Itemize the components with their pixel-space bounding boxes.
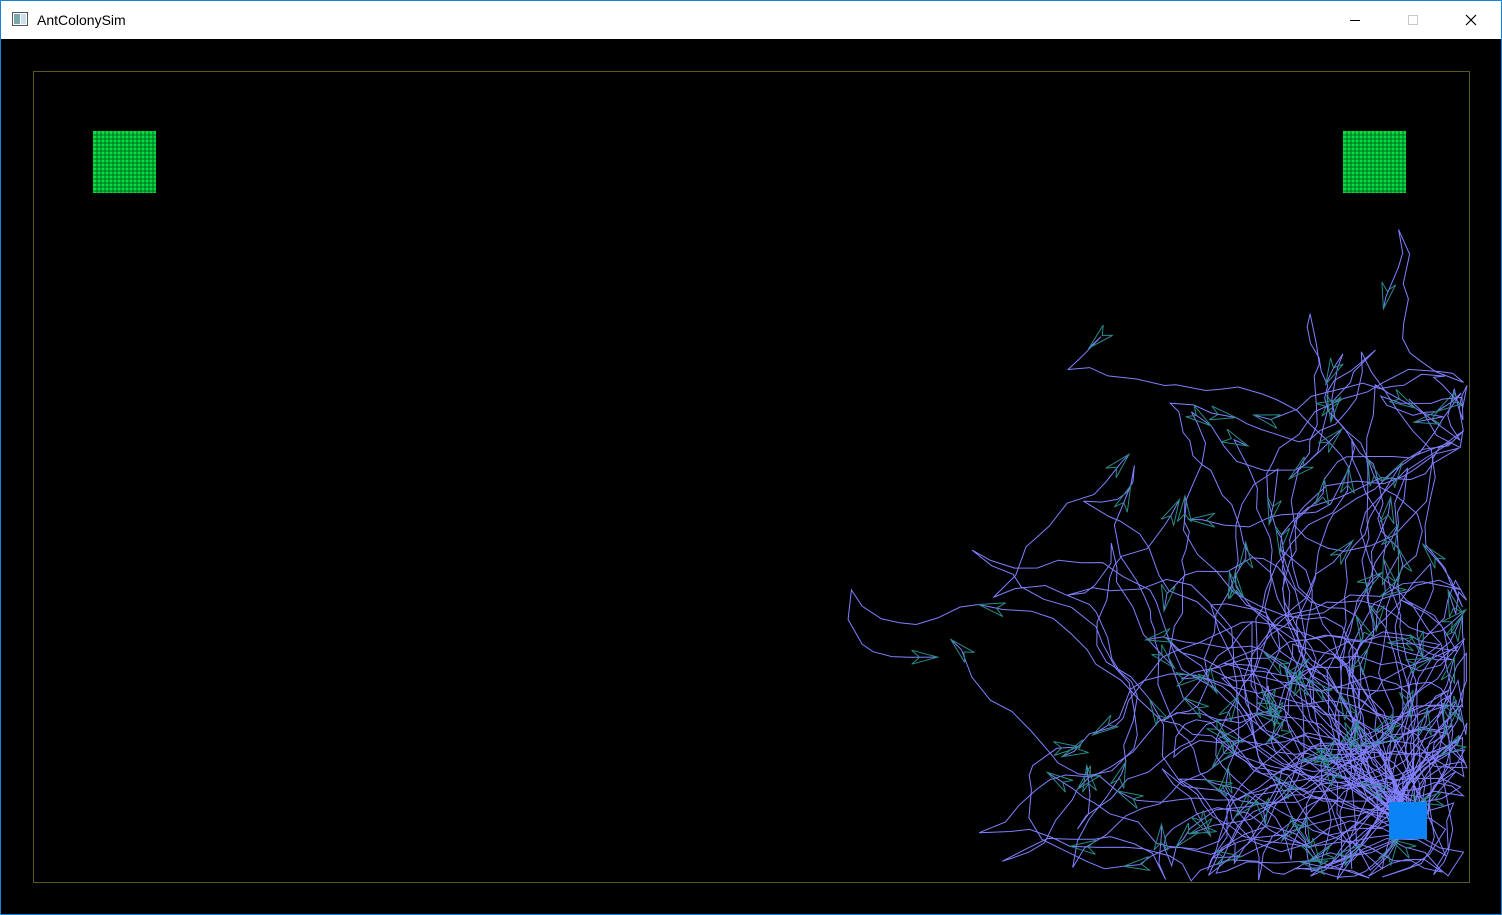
ant-arrow xyxy=(1160,497,1181,526)
pheromone-trail xyxy=(1289,441,1453,823)
pheromone-trails xyxy=(847,229,1468,882)
ant-arrow xyxy=(1397,546,1413,576)
close-icon xyxy=(1465,14,1477,26)
ant-arrow xyxy=(1389,388,1418,410)
maximize-icon xyxy=(1408,15,1418,25)
ant-arrow xyxy=(1114,483,1132,513)
ant-arrow xyxy=(1251,414,1281,429)
ant-arrow xyxy=(1221,428,1250,447)
ant-arrow xyxy=(1115,790,1144,809)
ant-arrow xyxy=(1160,584,1176,613)
ant-arrow xyxy=(1121,856,1151,871)
simulation-canvas[interactable] xyxy=(1,39,1501,914)
nest xyxy=(1389,802,1427,839)
food-source xyxy=(93,131,156,193)
minimize-button[interactable] xyxy=(1326,1,1384,39)
ant-arrow xyxy=(1143,628,1173,643)
simulation-drawing xyxy=(33,71,1470,883)
title-bar[interactable]: AntColonySim xyxy=(1,1,1501,39)
close-button[interactable] xyxy=(1442,1,1500,39)
minimize-icon xyxy=(1350,20,1360,21)
pheromone-trail xyxy=(979,542,1462,882)
ant-arrow xyxy=(1217,764,1233,794)
window-app-icon xyxy=(12,12,28,26)
window-title: AntColonySim xyxy=(37,12,126,28)
food-source xyxy=(1343,131,1406,193)
app-window: AntColonySim xyxy=(0,0,1502,915)
maximize-button[interactable] xyxy=(1384,1,1442,39)
